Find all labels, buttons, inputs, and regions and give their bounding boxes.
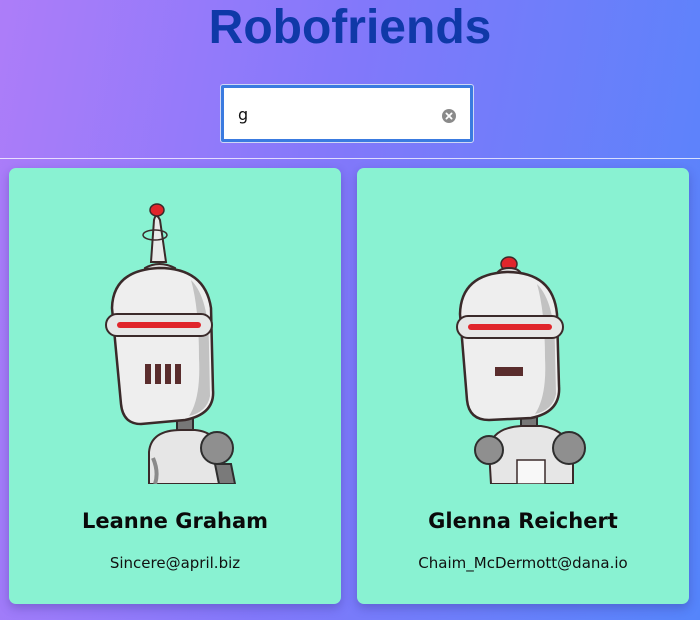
robot-avatar-icon [105,203,237,484]
app-title: Robofriends [208,1,492,54]
search-input[interactable] [238,102,433,126]
robot-card: Leanne Graham Sincere@april.biz [9,168,341,604]
robot-avatar-icon [456,256,586,484]
robot-name: Glenna Reichert [428,509,618,533]
robot-email: Chaim_McDermott@dana.io [418,554,628,572]
robot-name: Leanne Graham [81,509,269,533]
robot-email: Sincere@april.biz [109,554,241,572]
search-box[interactable] [220,84,474,143]
header-divider [0,158,700,159]
clear-icon[interactable] [442,109,456,123]
robot-card: Glenna Reichert Chaim_McDermott@dana.io [357,168,689,604]
